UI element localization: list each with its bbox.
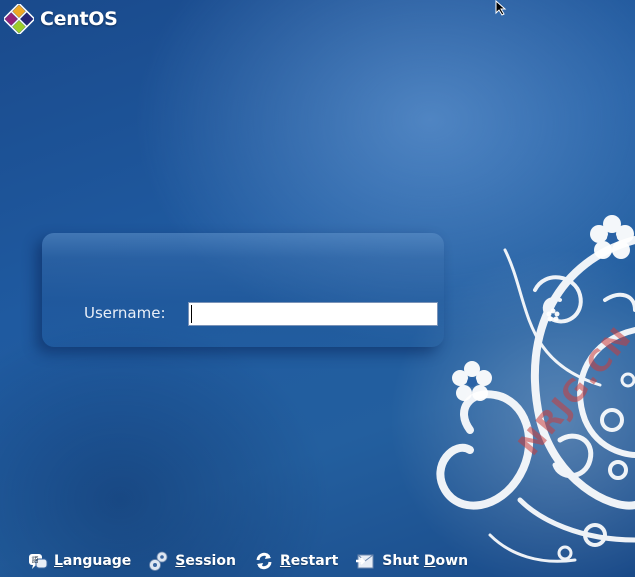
restart-label: estart <box>290 553 339 569</box>
text-caret <box>191 305 192 323</box>
shutdown-button[interactable]: Shut Down <box>354 549 468 573</box>
mouse-pointer-icon <box>495 0 507 16</box>
bottom-action-bar: 語 Language Session Restart Shut Down <box>26 549 484 573</box>
restart-icon <box>252 549 276 573</box>
centos-logo-icon <box>4 4 34 34</box>
svg-text:語: 語 <box>32 555 39 564</box>
shutdown-mnemonic: D <box>423 553 436 569</box>
language-icon: 語 <box>26 549 50 573</box>
session-mnemonic: S <box>175 553 186 569</box>
session-gears-icon <box>147 549 171 573</box>
shutdown-icon <box>354 549 378 573</box>
session-button[interactable]: Session <box>147 549 236 573</box>
session-label: ession <box>185 553 236 569</box>
shutdown-label: own <box>435 553 469 569</box>
restart-mnemonic: R <box>279 553 291 569</box>
language-mnemonic: L <box>54 553 63 569</box>
shutdown-label-prefix: Shut <box>382 553 424 569</box>
language-button[interactable]: 語 Language <box>26 549 131 573</box>
brand-name: CentOS <box>40 8 118 30</box>
language-label: anguage <box>62 553 132 569</box>
login-panel <box>42 233 444 347</box>
username-label: Username: <box>84 304 166 322</box>
centos-logo: CentOS <box>4 4 118 34</box>
restart-button[interactable]: Restart <box>252 549 338 573</box>
username-input[interactable] <box>188 302 438 326</box>
